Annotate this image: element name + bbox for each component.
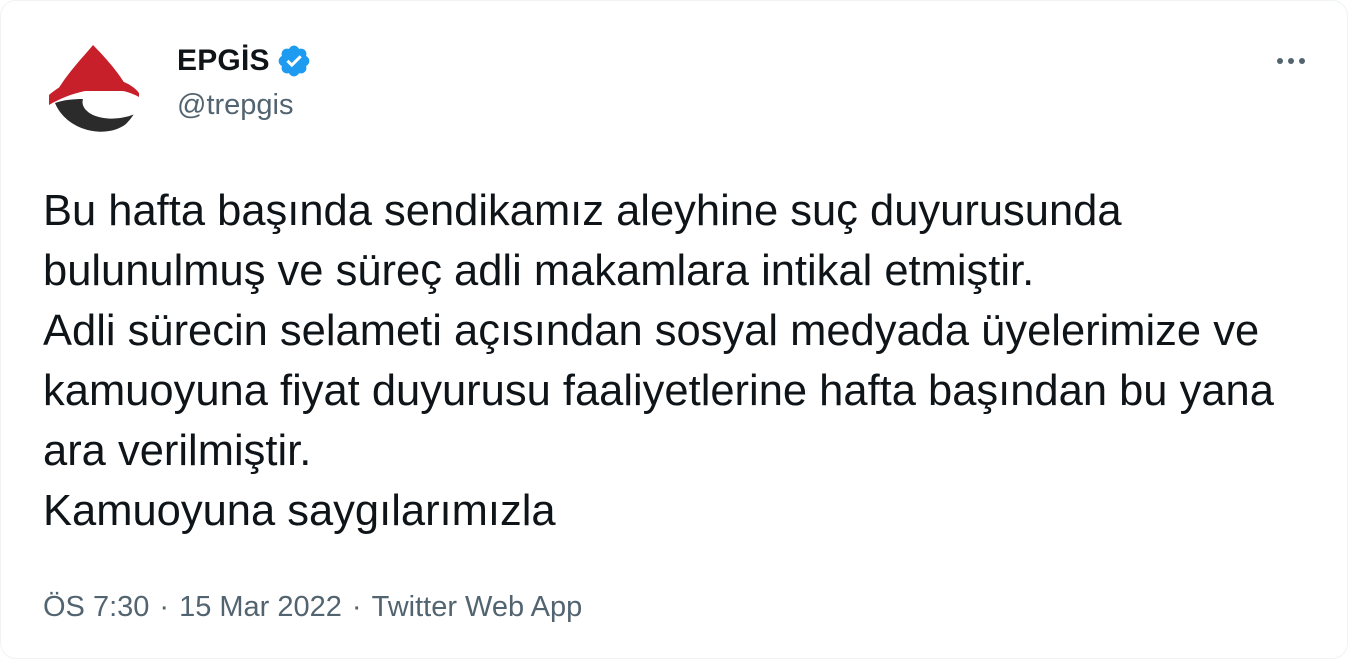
meta-separator-2: · [351, 591, 362, 623]
tweet-source[interactable]: Twitter Web App [372, 591, 583, 624]
epgis-logo-icon [49, 45, 139, 132]
tweet-card: EPGİS @trepgis Bu hafta başında sendikam… [0, 0, 1348, 659]
more-options-icon [1277, 58, 1305, 64]
author-name-row[interactable]: EPGİS [177, 43, 312, 79]
tweet-meta: ÖS 7:30 · 15 Mar 2022 · Twitter Web App [43, 591, 582, 624]
author-handle[interactable]: @trepgis [177, 89, 293, 122]
verified-badge-icon [276, 43, 312, 79]
more-options-button[interactable] [1271, 45, 1311, 77]
tweet-date[interactable]: 15 Mar 2022 [179, 591, 342, 624]
author-display-name[interactable]: EPGİS [177, 44, 270, 78]
author-avatar[interactable] [45, 41, 141, 137]
meta-separator: · [159, 591, 170, 623]
tweet-time[interactable]: ÖS 7:30 [43, 591, 149, 624]
tweet-text: Bu hafta başında sendikamız aleyhine suç… [43, 187, 1274, 535]
